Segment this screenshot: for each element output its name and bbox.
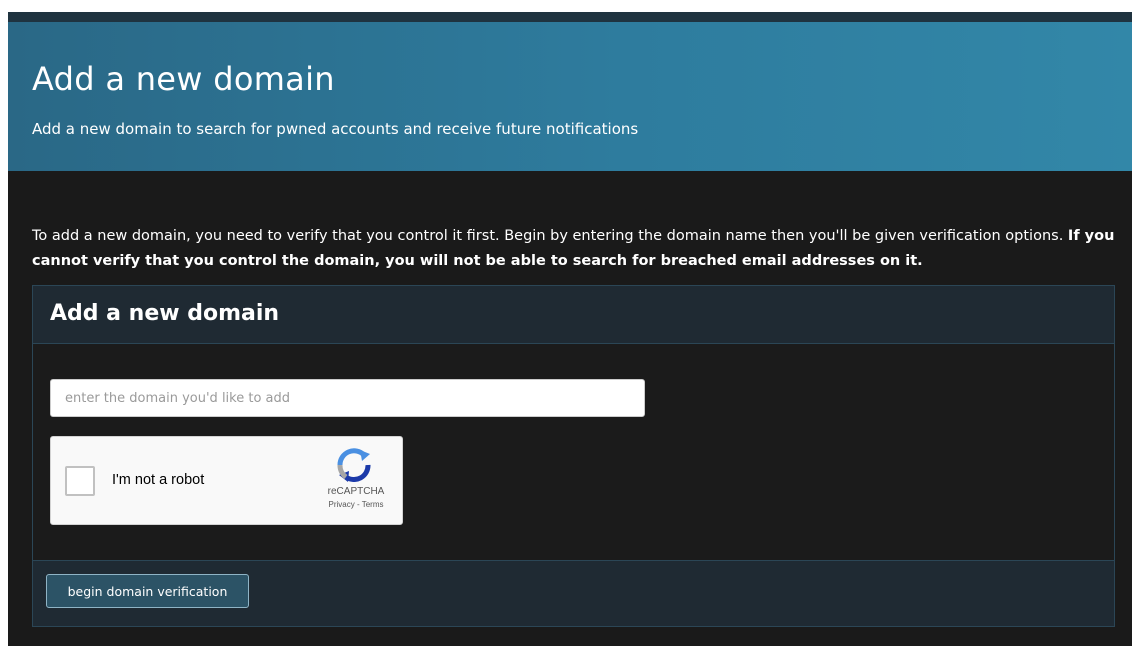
add-domain-panel: Add a new domain I'm not a robot reCAPTC… <box>32 285 1115 627</box>
panel-footer: begin domain verification <box>33 560 1114 626</box>
recaptcha-label: I'm not a robot <box>112 472 205 488</box>
terms-link[interactable]: Terms <box>362 500 384 509</box>
privacy-link[interactable]: Privacy <box>329 500 355 509</box>
page-subtitle: Add a new domain to search for pwned acc… <box>32 120 639 138</box>
panel-header: Add a new domain <box>33 286 1114 344</box>
domain-input[interactable] <box>50 379 645 417</box>
panel-title: Add a new domain <box>50 301 280 326</box>
checkbox-icon[interactable] <box>65 466 95 496</box>
page: Add a new domain Add a new domain to sea… <box>8 12 1132 646</box>
recaptcha-logo-icon <box>337 448 371 482</box>
links-separator: - <box>354 500 362 509</box>
page-title: Add a new domain <box>32 60 335 98</box>
intro-paragraph: To add a new domain, you need to verify … <box>32 224 1122 274</box>
recaptcha-links: Privacy - Terms <box>321 500 391 509</box>
hero-banner: Add a new domain Add a new domain to sea… <box>8 22 1132 171</box>
recaptcha-brand: reCAPTCHA <box>327 486 385 497</box>
recaptcha-widget: I'm not a robot reCAPTCHA Privacy - Term… <box>50 436 403 525</box>
begin-verification-button[interactable]: begin domain verification <box>46 574 249 608</box>
top-strip <box>8 12 1132 22</box>
intro-text: To add a new domain, you need to verify … <box>32 228 1064 244</box>
